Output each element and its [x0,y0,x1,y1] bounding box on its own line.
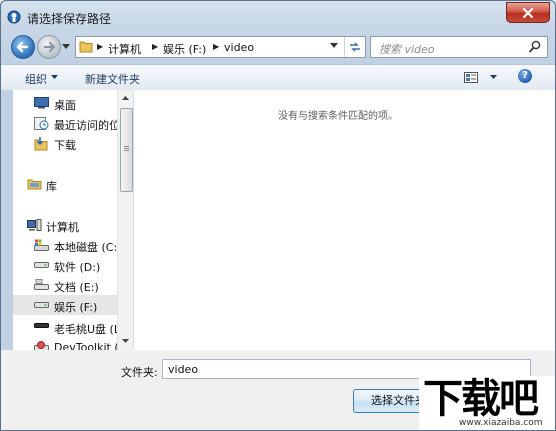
sidebar-item-computer[interactable]: 计算机 [13,215,117,235]
desktop-icon [34,97,49,109]
refresh-button[interactable] [344,37,365,57]
forward-arrow-icon [43,41,56,53]
sidebar-item-label: 最近访问的位 [54,119,120,132]
sidebar-item-usb-drive[interactable]: 老毛桃U盘 (L [13,317,120,337]
refresh-icon [350,42,360,52]
sidebar-item-drive-e[interactable]: 文档 (E:) [13,275,117,295]
search-box[interactable]: 搜索 video [370,36,548,58]
usb-drive-icon [34,323,49,328]
breadcrumb-computer[interactable]: 计算机 [108,41,141,57]
scroll-up-icon[interactable] [122,96,129,100]
back-button[interactable] [11,35,35,59]
sidebar-item-label: 桌面 [54,99,76,112]
sidebar-item-label: 库 [46,180,57,193]
sidebar-item-drive-f[interactable]: 娱乐 (F:) [13,295,117,315]
window-title: 请选择保存路径 [27,12,112,26]
address-bar[interactable]: ▶ 计算机 ▶ 娱乐 (F:) ▶ video [75,36,366,58]
breadcrumb-separator-icon[interactable]: ▶ [213,42,219,51]
grip-line [124,148,129,149]
folder-icon [79,41,93,53]
address-dropdown-icon[interactable] [330,43,338,48]
watermark-url: www.xiazaiba.com [459,418,543,428]
disc-drive-icon [34,341,49,350]
navigation-scrollbar[interactable] [117,90,133,350]
breadcrumb-separator-icon[interactable]: ▶ [152,42,158,51]
help-icon[interactable]: ? [518,69,532,83]
command-toolbar: 组织 新建文件夹 ? [1,64,555,91]
save-path-dialog: 请选择保存路径 ▶ 计算机 ▶ 娱乐 (F:) ▶ video 搜索 video… [0,0,556,431]
sidebar-item-desktop[interactable]: 桌面 [13,93,117,113]
navigation-pane: 桌面 最近访问的位 下载 库 计算机 本地磁盘 (C:) 软件 (D:) 文档 … [13,90,134,350]
computer-icon [27,219,42,231]
breadcrumb-folder[interactable]: video [224,41,254,54]
grip-line [124,146,129,147]
drive-icon [34,302,49,308]
sidebar-item-drive-d[interactable]: 软件 (D:) [13,255,117,275]
library-icon [27,179,42,190]
sidebar-item-drive-c[interactable]: 本地磁盘 (C:) [13,235,121,255]
sidebar-item-label: 文档 (E:) [54,281,99,294]
scroll-down-icon[interactable] [122,339,129,343]
sidebar-item-label: 娱乐 (F:) [54,301,98,314]
watermark: 下载吧 www.xiazaiba.com [419,376,555,430]
search-input[interactable]: 搜索 video [379,41,435,57]
search-icon[interactable] [529,40,541,53]
file-list-pane[interactable]: 没有与搜索条件匹配的项。 [134,90,555,350]
watermark-logo: 下载吧 [423,376,539,422]
grip-line [124,150,129,151]
drive-icon [34,279,49,290]
system-drive-icon [34,239,49,251]
sidebar-item-downloads[interactable]: 下载 [13,133,117,153]
drive-icon [34,262,49,268]
forward-button[interactable] [37,35,61,59]
sidebar-item-label: 软件 (D:) [54,261,101,274]
breadcrumb-drive[interactable]: 娱乐 (F:) [163,41,206,57]
downloads-folder-icon [34,137,48,151]
folder-label: 文件夹: [121,366,158,379]
sidebar-item-libraries[interactable]: 库 [13,174,117,194]
breadcrumb-separator-icon[interactable]: ▶ [97,42,103,51]
sidebar-item-label: 计算机 [46,221,79,234]
sidebar-item-recent-places[interactable]: 最近访问的位 [13,113,120,133]
new-folder-button[interactable]: 新建文件夹 [85,71,140,87]
sidebar-item-label: 下载 [54,139,76,152]
organize-button[interactable]: 组织 [25,71,47,87]
sidebar-item-label: DevToolkit ( [54,341,119,350]
organize-dropdown-icon[interactable] [51,75,58,79]
view-options-icon[interactable] [464,72,478,83]
empty-results-message: 没有与搜索条件匹配的项。 [278,111,398,122]
title-bar: 请选择保存路径 [1,1,555,31]
sidebar-item-label: 老毛桃U盘 (L [54,323,120,336]
close-button[interactable] [506,2,550,23]
close-icon [522,7,534,18]
sidebar-item-label: 本地磁盘 (C:) [54,241,122,254]
recent-pages-dropdown-icon[interactable] [62,44,70,49]
sidebar-item-devtoolkit[interactable]: DevToolkit ( [13,337,119,350]
scrollbar-thumb[interactable] [120,108,133,192]
recent-places-icon [34,117,49,130]
back-arrow-icon [16,41,29,53]
app-icon [7,10,21,24]
view-dropdown-icon[interactable] [490,75,497,79]
